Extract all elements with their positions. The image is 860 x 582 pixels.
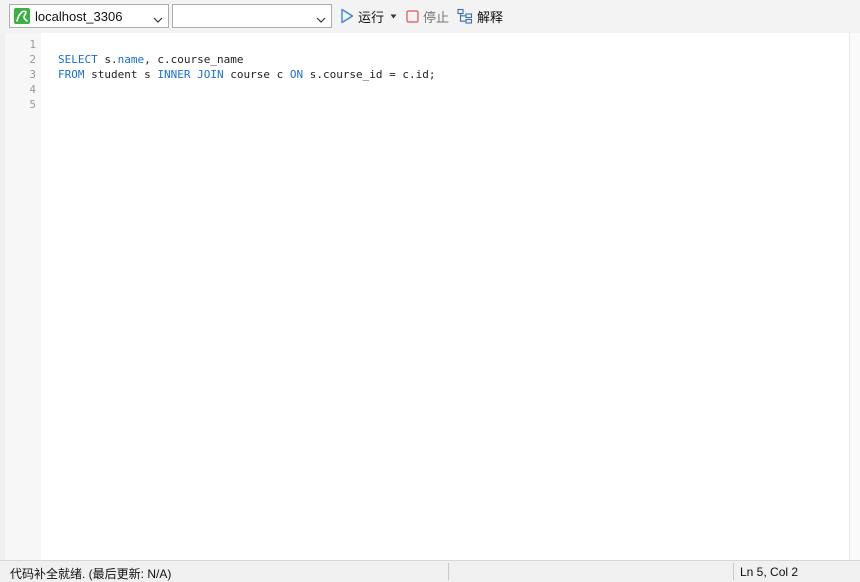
connection-select[interactable]: localhost_3306 xyxy=(9,4,169,28)
sql-keyword: FROM xyxy=(58,68,85,81)
line-number: 2 xyxy=(29,53,36,66)
stop-button[interactable]: 停止 xyxy=(406,6,449,26)
caret-down-icon[interactable] xyxy=(390,14,397,19)
explain-tree-icon xyxy=(457,8,473,24)
sql-keyword: name xyxy=(117,53,145,66)
sql-keyword: INNER JOIN xyxy=(157,68,224,81)
sql-text: student s xyxy=(84,68,158,81)
stop-label: 停止 xyxy=(423,9,450,25)
run-label: 运行 xyxy=(358,9,385,25)
explain-button[interactable]: 解释 xyxy=(457,6,503,26)
sql-text: s. xyxy=(97,53,118,66)
line-number-gutter: 1 2 3 4 5 xyxy=(5,33,41,560)
status-message: 代码补全就绪. (最后更新: N/A) xyxy=(10,567,172,581)
database-select[interactable] xyxy=(172,4,332,28)
chevron-down-icon[interactable] xyxy=(316,12,326,27)
code-line[interactable]: FROM student s INNER JOIN course c ON s.… xyxy=(58,67,436,82)
mysql-connection-icon xyxy=(14,8,30,24)
cursor-position: Ln 5, Col 2 xyxy=(740,565,799,579)
line-number: 4 xyxy=(29,83,36,96)
line-number: 1 xyxy=(29,38,36,51)
query-toolbar: localhost_3306 运行 停止 解释 xyxy=(0,0,860,33)
sql-text: , c.course_name xyxy=(144,53,244,66)
chevron-down-icon[interactable] xyxy=(153,12,163,27)
sql-text: course c xyxy=(223,68,290,81)
sql-editor[interactable]: 12345 SELECT s.name, c.course_name FROM s… xyxy=(5,33,849,560)
sql-keyword: SELECT xyxy=(58,53,98,66)
status-divider xyxy=(448,563,449,580)
code-line[interactable]: SELECT s.name, c.course_name xyxy=(58,52,243,67)
explain-label: 解释 xyxy=(477,9,504,25)
status-divider xyxy=(733,563,734,580)
line-number: 3 xyxy=(29,68,36,81)
sql-text: s.course_id = c.id; xyxy=(303,68,436,81)
play-icon xyxy=(340,8,354,24)
sql-keyword: ON xyxy=(289,68,304,81)
line-number: 5 xyxy=(29,98,36,111)
connection-value: localhost_3306 xyxy=(35,8,123,24)
run-button[interactable]: 运行 xyxy=(340,6,397,26)
editor-right-margin xyxy=(849,33,860,560)
stop-icon xyxy=(406,9,419,23)
status-bar: 代码补全就绪. (最后更新: N/A) Ln 5, Col 2 xyxy=(0,560,860,582)
